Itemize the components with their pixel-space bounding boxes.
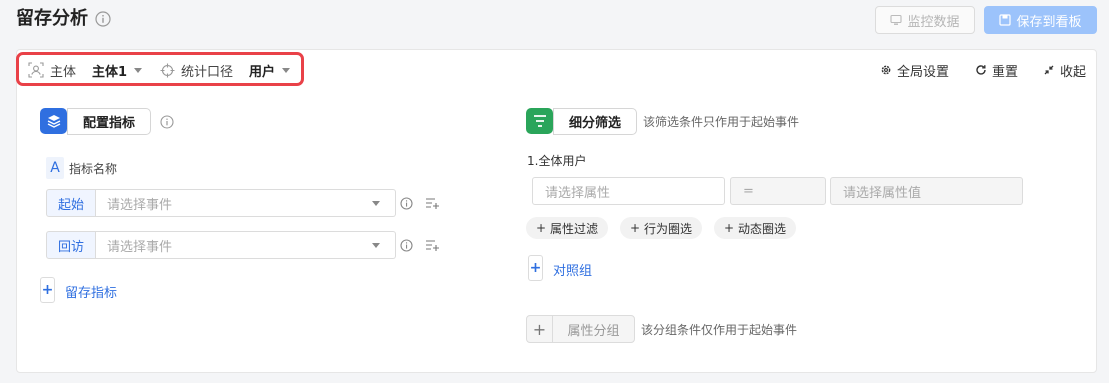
operator-value: = [743, 183, 754, 199]
subject-value: 主体1 [92, 64, 128, 80]
info-icon[interactable] [400, 197, 413, 210]
plus-icon: + [535, 221, 547, 235]
plus-icon: + [723, 221, 735, 235]
save-to-dashboard-label: 保存到看板 [1016, 14, 1082, 30]
stat-basis-label: 统计口径 [181, 64, 234, 80]
add-filter-icon[interactable] [425, 197, 440, 210]
return-event-tag: 回访 [46, 231, 96, 259]
stat-basis-value: 用户 [249, 64, 276, 80]
subject-label: 主体 [50, 64, 77, 80]
page-title: 留存分析 [16, 8, 88, 29]
user-icon [28, 62, 44, 78]
metric-name-label[interactable]: 指标名称 [69, 160, 117, 177]
reset-label: 重置 [992, 64, 1019, 80]
save-to-dashboard-button[interactable]: 保存到看板 [984, 6, 1097, 34]
add-retention-metric-link[interactable]: 留存指标 [65, 282, 117, 301]
operator-select[interactable]: = [730, 177, 826, 205]
start-event-select[interactable]: 请选择事件 [96, 189, 396, 217]
monitor-icon [890, 14, 903, 26]
dynamic-select-label: 动态圈选 [738, 221, 787, 236]
filter-hint: 该筛选条件只作用于起始事件 [643, 115, 800, 129]
chevron-down-icon [282, 67, 291, 73]
attribute-value-select[interactable]: 请选择属性值 [830, 177, 1023, 205]
gear-icon [880, 64, 892, 76]
monitor-data-button[interactable]: 监控数据 [875, 6, 975, 34]
global-settings-button[interactable]: 全局设置 [880, 61, 950, 80]
monitor-data-label: 监控数据 [907, 14, 960, 30]
behavior-select-label: 行为圈选 [644, 221, 693, 236]
chevron-down-icon [372, 243, 380, 248]
plus-icon: + [527, 316, 553, 342]
collapse-label: 收起 [1060, 64, 1087, 80]
attribute-filter-chip[interactable]: + 属性过滤 [526, 217, 608, 239]
chevron-down-icon [372, 201, 380, 206]
filter-group-title: 1.全体用户 [527, 154, 587, 168]
add-filter-icon[interactable] [425, 239, 440, 252]
attribute-value-placeholder: 请选择属性值 [843, 185, 922, 201]
crosshair-icon [160, 63, 175, 78]
chevron-down-icon [134, 67, 143, 73]
collapse-button[interactable]: 收起 [1043, 61, 1087, 80]
behavior-select-chip[interactable]: + 行为圈选 [620, 217, 702, 239]
segment-filter-button[interactable]: 细分筛选 [553, 108, 637, 135]
subject-selector[interactable]: 主体 主体1 [28, 61, 143, 80]
info-icon[interactable] [160, 115, 174, 129]
info-icon[interactable] [400, 239, 413, 252]
attribute-group-label: 属性分组 [567, 323, 620, 339]
dynamic-select-chip[interactable]: + 动态圈选 [714, 217, 796, 239]
return-event-placeholder: 请选择事件 [107, 239, 173, 255]
refresh-icon [975, 64, 987, 76]
attribute-group-button[interactable]: + 属性分组 [526, 315, 635, 343]
collapse-icon [1043, 64, 1055, 76]
start-event-placeholder: 请选择事件 [107, 197, 173, 213]
compare-group-link[interactable]: 对照组 [553, 260, 592, 279]
return-event-select[interactable]: 请选择事件 [96, 231, 396, 259]
attribute-placeholder: 请选择属性 [545, 185, 611, 201]
plus-icon: + [629, 221, 641, 235]
layers-icon [40, 108, 67, 134]
stat-basis-selector[interactable]: 统计口径 用户 [160, 61, 291, 80]
filter-icon [526, 108, 553, 134]
metric-letter-badge: A [46, 157, 64, 179]
reset-button[interactable]: 重置 [975, 61, 1019, 80]
add-metric-icon[interactable]: + [40, 277, 55, 303]
config-metrics-button[interactable]: 配置指标 [67, 108, 151, 135]
save-icon [999, 14, 1012, 26]
add-compare-group-icon[interactable]: + [528, 255, 543, 281]
global-settings-label: 全局设置 [897, 64, 950, 80]
info-icon[interactable] [95, 11, 111, 27]
start-event-tag: 起始 [46, 189, 96, 217]
attribute-select[interactable]: 请选择属性 [532, 177, 725, 205]
attribute-filter-label: 属性过滤 [550, 221, 599, 236]
group-hint: 该分组条件仅作用于起始事件 [641, 323, 798, 337]
